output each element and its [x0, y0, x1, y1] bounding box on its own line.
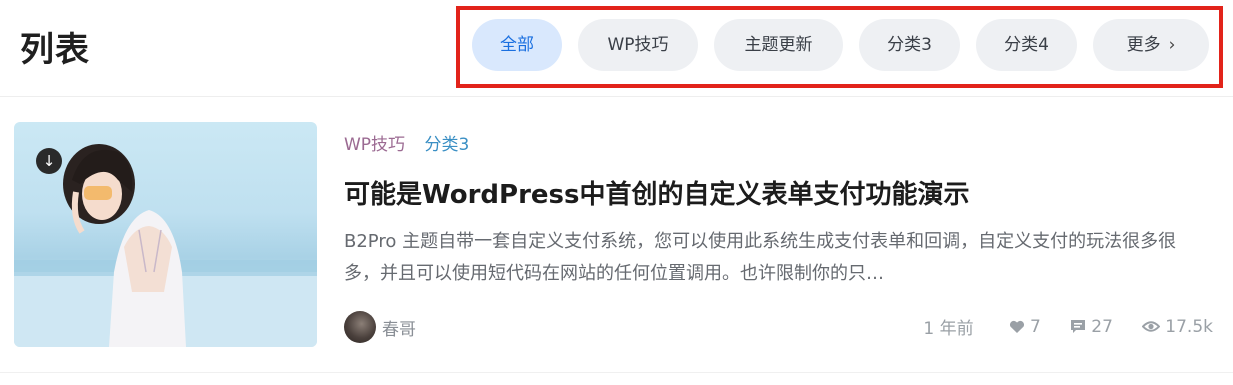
avatar[interactable]: [344, 311, 376, 343]
comment-icon: [1071, 320, 1086, 333]
chevron-right-icon: ›: [1168, 35, 1176, 55]
page-title: 列表: [20, 30, 90, 70]
post-category-wp-tips[interactable]: WP技巧: [344, 135, 405, 155]
post-comments[interactable]: 27: [1070, 317, 1113, 337]
views-count: 17.5k: [1165, 316, 1213, 337]
post-meta: 1 年前 7 27 17.5k: [923, 314, 1213, 340]
tab-category-4[interactable]: 分类4: [976, 19, 1077, 71]
likes-count: 7: [1030, 316, 1041, 337]
post-views: 17.5k: [1141, 316, 1213, 337]
tab-theme-updates[interactable]: 主题更新: [714, 19, 843, 71]
post-excerpt: B2Pro 主题自带一套自定义支付系统，您可以使用此系统生成支付表单和回调，自定…: [344, 231, 1177, 284]
eye-icon: [1141, 321, 1161, 332]
post-category-3[interactable]: 分类3: [424, 135, 469, 155]
tab-wp-tips[interactable]: WP技巧: [578, 19, 698, 71]
post-time: 1 年前: [923, 319, 974, 339]
post-list-item: ↓ WP技巧 分类3 可能是WordPress中首创的自定义表单支付功能演示 B…: [14, 122, 1219, 348]
tab-more-label: 更多: [1126, 35, 1161, 55]
download-icon[interactable]: ↓: [36, 148, 62, 174]
header-divider: [0, 96, 1233, 97]
list-header: 列表 全部 WP技巧 主题更新 分类3 分类4 更多 ›: [0, 0, 1233, 96]
tab-category-3[interactable]: 分类3: [859, 19, 960, 71]
list-divider: [0, 372, 1233, 373]
post-categories: WP技巧 分类3: [344, 130, 469, 155]
comments-count: 27: [1091, 316, 1113, 337]
post-likes[interactable]: 7: [1009, 317, 1041, 337]
post-title[interactable]: 可能是WordPress中首创的自定义表单支付功能演示: [344, 174, 970, 211]
post-thumbnail[interactable]: ↓: [14, 122, 317, 347]
author-name[interactable]: 春哥: [382, 315, 416, 340]
tab-all[interactable]: 全部: [472, 19, 562, 71]
heart-icon: [1009, 320, 1025, 333]
tab-more[interactable]: 更多 ›: [1093, 19, 1209, 71]
